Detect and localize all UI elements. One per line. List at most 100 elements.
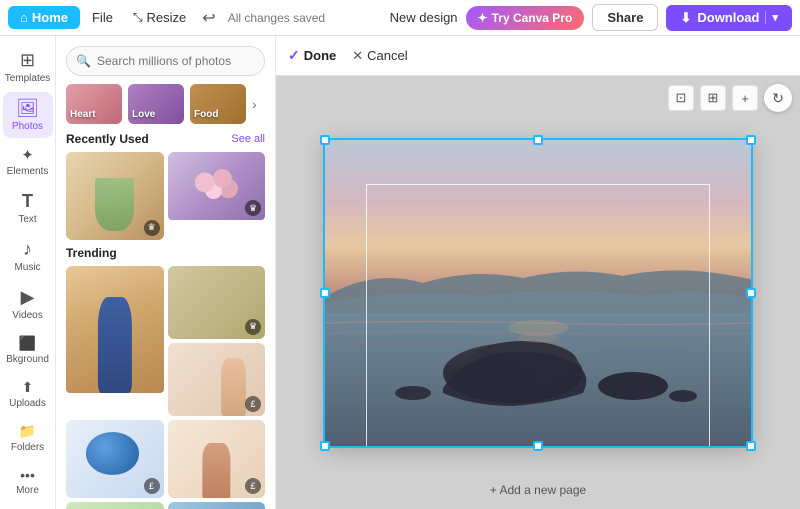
landscape-svg: [323, 138, 753, 448]
resize-label: Resize: [147, 10, 187, 25]
done-button[interactable]: ✓ Done: [288, 47, 336, 64]
category-heart-label: Heart: [70, 109, 96, 120]
background-label: Bkground: [6, 354, 49, 365]
recent-photo-2[interactable]: ♛: [168, 152, 266, 240]
templates-icon: ⊞: [20, 50, 35, 71]
download-label: Download: [697, 10, 759, 25]
canvas-page-icon[interactable]: ⊡: [668, 85, 694, 111]
videos-icon: ▶: [21, 287, 35, 308]
done-label: Done: [304, 48, 337, 63]
canvas-grid-icon[interactable]: ⊞: [700, 85, 726, 111]
category-love[interactable]: Love: [128, 84, 184, 124]
photos-label: Photos: [12, 121, 43, 132]
cancel-x-icon: ✕: [352, 48, 363, 64]
main-layout: ⊞ Templates 🖼 Photos ✦ Elements T Text ♪…: [0, 36, 800, 509]
category-heart[interactable]: Heart: [66, 84, 122, 124]
sidebar-item-uploads[interactable]: ⬆ Uploads: [3, 373, 53, 415]
trending-section: Trending: [56, 246, 275, 509]
home-button[interactable]: ⌂ Home: [8, 6, 80, 29]
trending-photo-2[interactable]: ♛: [168, 266, 266, 339]
uploads-label: Uploads: [9, 398, 46, 409]
trending-photo-2-badge: ♛: [245, 319, 261, 335]
try-canva-pro-button[interactable]: ✦ Try Canva Pro: [466, 6, 585, 30]
download-dropdown-arrow[interactable]: ▾: [765, 11, 778, 24]
trending-photo-6[interactable]: [66, 502, 164, 509]
recent-photo-1[interactable]: ♛: [66, 152, 164, 240]
canvas-area: ✓ Done ✕ Cancel ⊡ ⊞ + ↻: [276, 36, 800, 509]
recent-photo-1-badge: ♛: [144, 220, 160, 236]
trending-photo-1[interactable]: [66, 266, 164, 416]
categories-row: Heart Love Food ›: [56, 84, 275, 132]
canvas-toolbar: ✓ Done ✕ Cancel: [276, 36, 800, 76]
photos-panel: 🔍 Heart Love Food › Recently Used See al…: [56, 36, 276, 509]
canvas-refresh-button[interactable]: ↻: [764, 84, 792, 112]
search-input[interactable]: [66, 46, 265, 76]
recently-used-header: Recently Used See all: [66, 132, 265, 146]
canva-pro-label: Try Canva Pro: [492, 11, 573, 25]
canvas-image: [323, 138, 753, 448]
trending-header: Trending: [66, 246, 265, 260]
elements-icon: ✦: [21, 146, 34, 164]
trending-photo-4[interactable]: £: [66, 420, 164, 498]
trending-title: Trending: [66, 246, 117, 260]
done-check-icon: ✓: [288, 47, 300, 64]
recently-used-grid: ♛ ♛: [66, 152, 265, 240]
share-button[interactable]: Share: [592, 4, 658, 31]
add-page-bar: + Add a new page: [276, 471, 800, 509]
search-box: 🔍: [66, 46, 265, 76]
sidebar-item-elements[interactable]: ✦ Elements: [3, 140, 53, 183]
canva-pro-star-icon: ✦: [478, 11, 488, 25]
sidebar-item-photos[interactable]: 🖼 Photos: [3, 92, 53, 138]
trending-photo-3-badge: £: [245, 396, 261, 412]
category-food[interactable]: Food: [190, 84, 246, 124]
home-icon: ⌂: [20, 10, 28, 25]
trending-photo-3[interactable]: £: [168, 343, 266, 416]
trending-photo-4-badge: £: [144, 478, 160, 494]
sidebar-item-text[interactable]: T Text: [3, 185, 53, 231]
templates-label: Templates: [5, 73, 51, 84]
sidebar: ⊞ Templates 🖼 Photos ✦ Elements T Text ♪…: [0, 36, 56, 509]
music-label: Music: [14, 262, 40, 273]
file-menu-button[interactable]: File: [84, 6, 121, 29]
topbar-right-actions: New design ✦ Try Canva Pro Share ⬇ Downl…: [390, 4, 792, 31]
trending-photo-5[interactable]: £: [168, 420, 266, 498]
canvas-add-icon[interactable]: +: [732, 85, 758, 111]
landscape-photo: [323, 138, 753, 448]
more-label: More: [16, 485, 39, 496]
canvas-workspace[interactable]: ⊡ ⊞ + ↻: [276, 76, 800, 509]
text-label: Text: [18, 214, 36, 225]
sidebar-item-folders[interactable]: 📁 Folders: [3, 417, 53, 459]
download-button[interactable]: ⬇ Download ▾: [666, 5, 792, 31]
resize-icon: ⤡: [133, 10, 143, 25]
sidebar-item-more[interactable]: ••• More: [3, 461, 53, 502]
see-all-recently-button[interactable]: See all: [231, 133, 265, 145]
cancel-button[interactable]: ✕ Cancel: [352, 48, 407, 64]
sidebar-item-videos[interactable]: ▶ Videos: [3, 281, 53, 327]
text-icon: T: [22, 191, 33, 212]
music-icon: ♪: [23, 239, 32, 260]
uploads-icon: ⬆: [22, 379, 34, 396]
resize-button[interactable]: ⤡ Resize: [125, 6, 194, 29]
home-label: Home: [32, 10, 68, 25]
more-icon: •••: [20, 467, 35, 483]
trending-photo-5-badge: £: [245, 478, 261, 494]
categories-more-icon[interactable]: ›: [252, 96, 257, 112]
trending-right-col: ♛ £: [168, 266, 266, 416]
recently-used-title: Recently Used: [66, 132, 149, 146]
canvas-frame[interactable]: [323, 138, 753, 448]
topbar: ⌂ Home File ⤡ Resize ↩ All changes saved…: [0, 0, 800, 36]
trending-photo-7[interactable]: [168, 502, 266, 509]
sidebar-item-music[interactable]: ♪ Music: [3, 233, 53, 279]
download-icon: ⬇: [680, 10, 691, 26]
new-design-button[interactable]: New design: [390, 10, 458, 25]
videos-label: Videos: [12, 310, 42, 321]
sidebar-item-templates[interactable]: ⊞ Templates: [3, 44, 53, 90]
sidebar-item-background[interactable]: ⬛ Bkground: [3, 329, 53, 371]
photos-scroll-area[interactable]: Recently Used See all ♛: [56, 132, 275, 509]
folders-icon: 📁: [19, 423, 36, 440]
autosave-status: All changes saved: [228, 11, 386, 25]
folders-label: Folders: [11, 442, 44, 453]
add-page-button[interactable]: + Add a new page: [478, 479, 598, 501]
undo-button[interactable]: ↩: [198, 4, 219, 32]
category-food-label: Food: [194, 109, 218, 120]
